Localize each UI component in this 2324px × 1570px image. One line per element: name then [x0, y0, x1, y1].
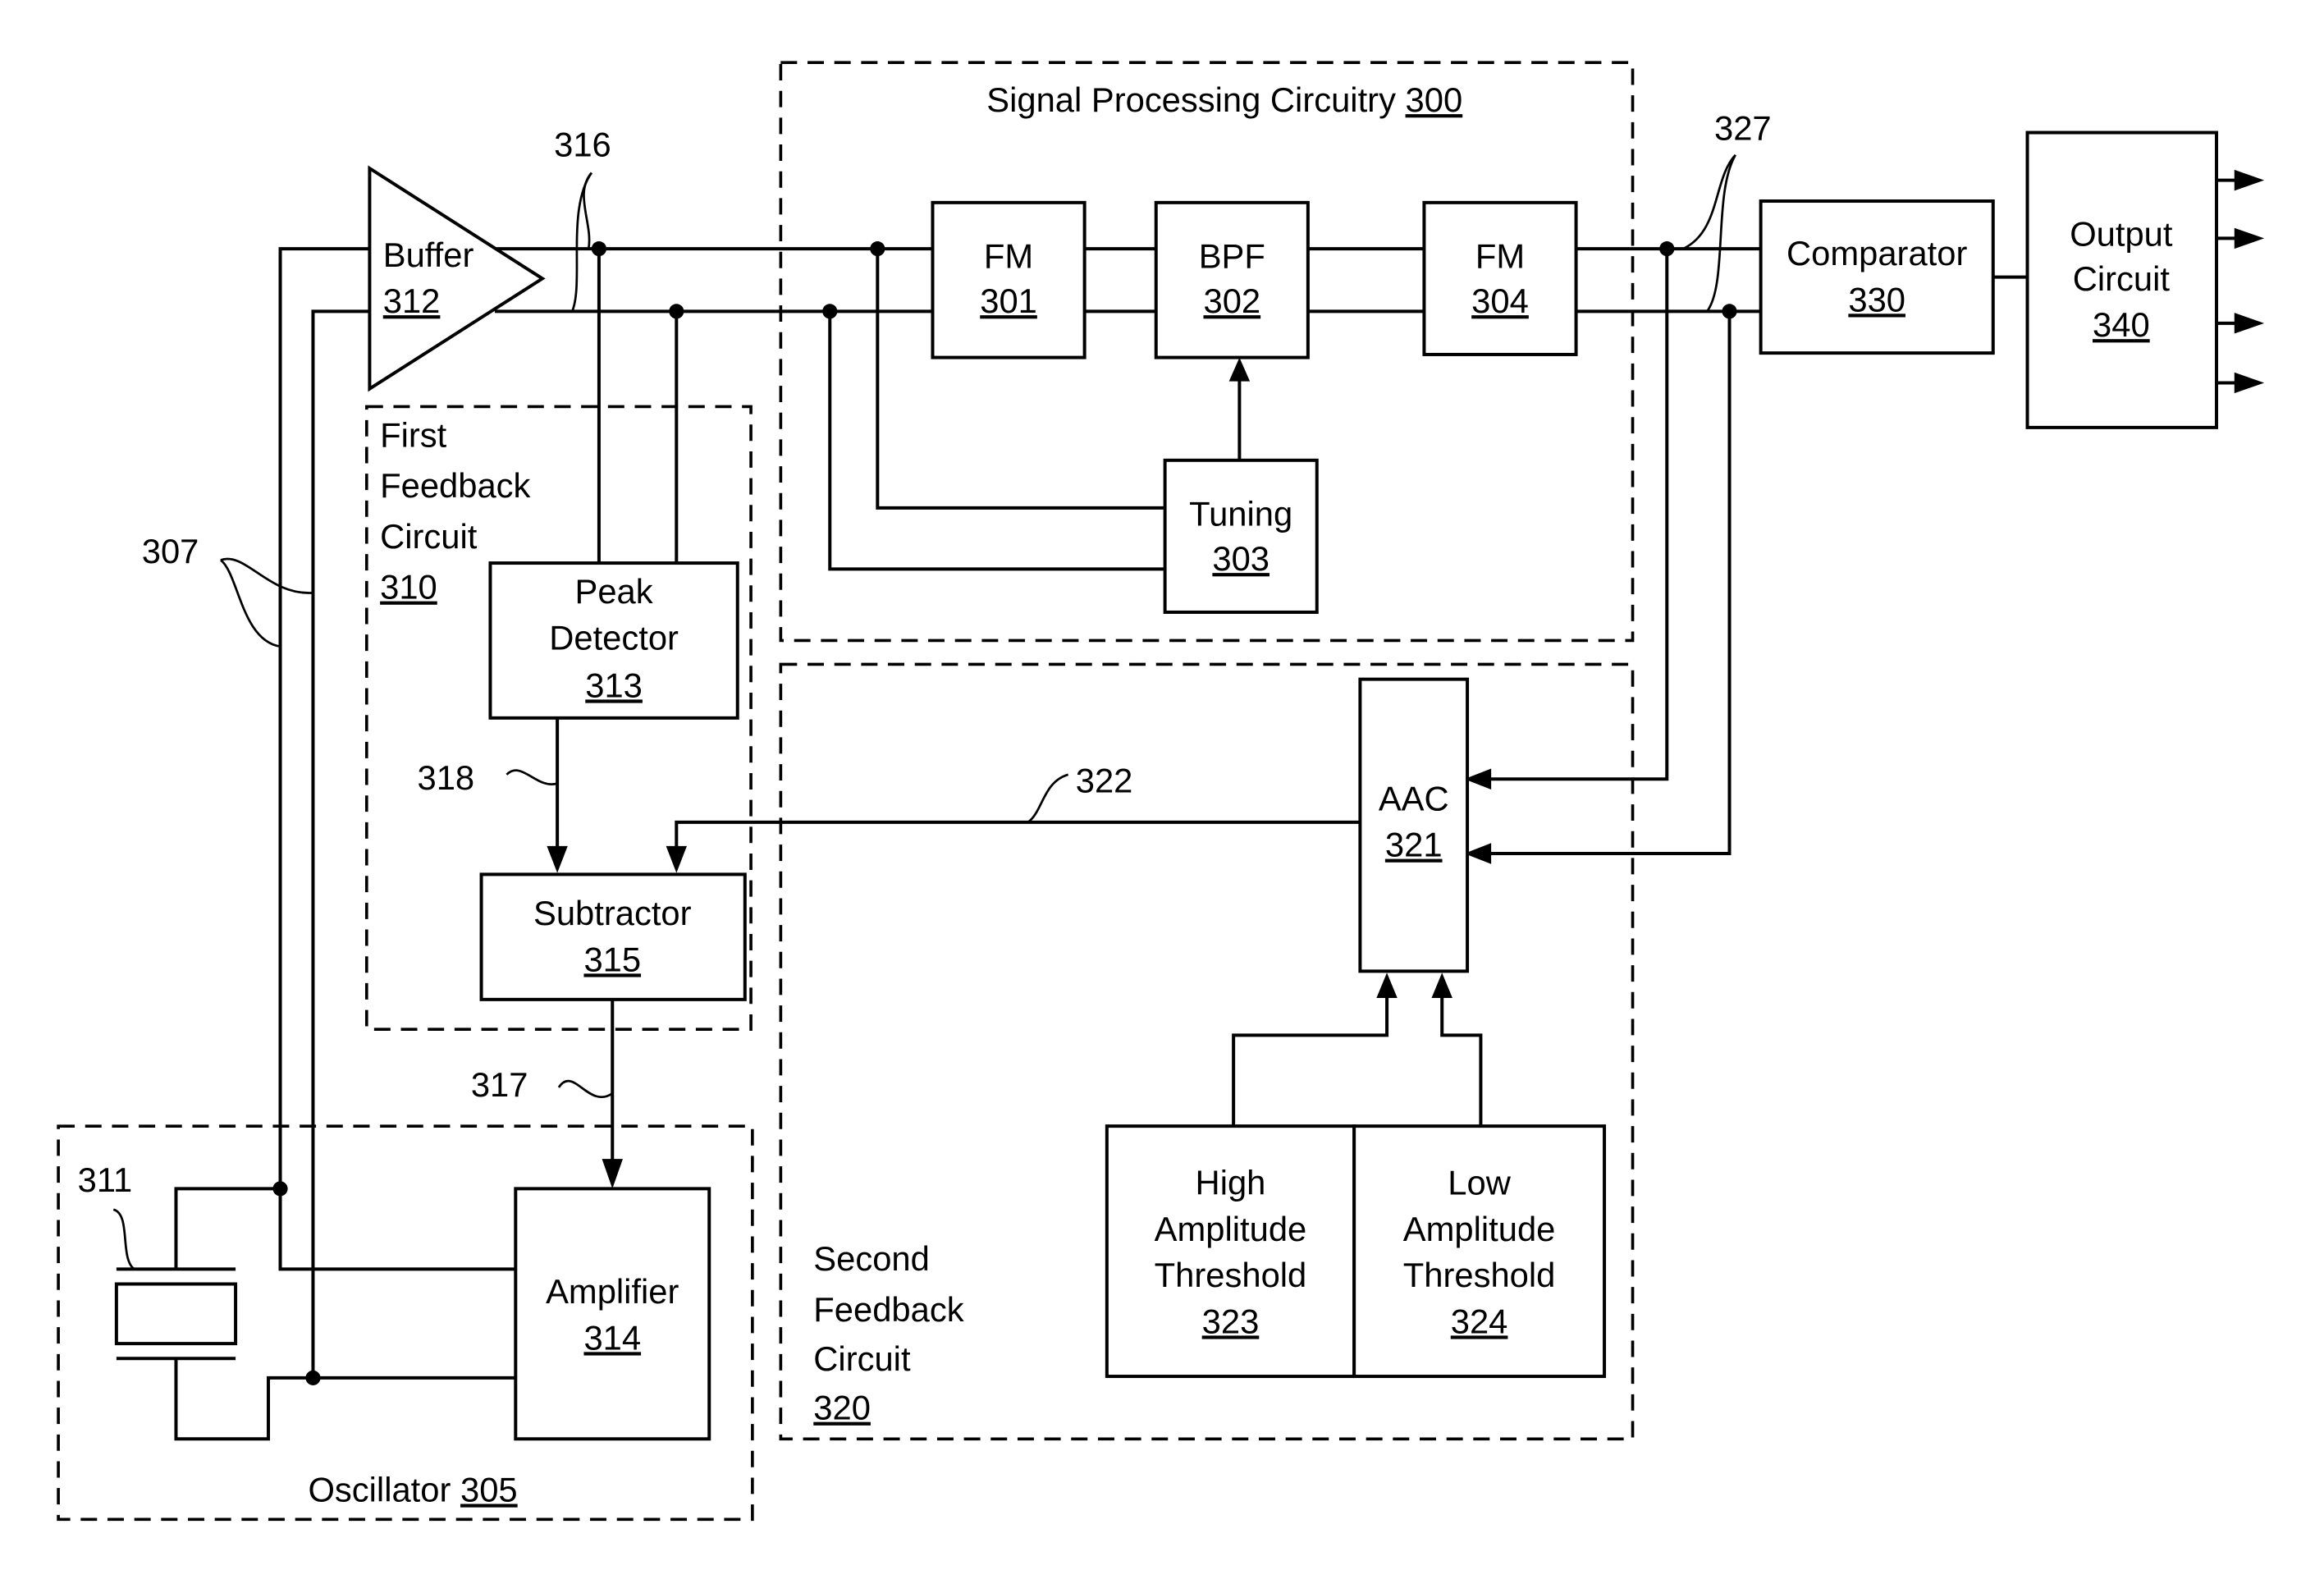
comparator-330-block: Comparator 330 [1759, 199, 1995, 355]
svg-text:313: 313 [585, 666, 643, 704]
svg-text:323: 323 [1202, 1302, 1260, 1340]
svg-text:FM: FM [984, 237, 1033, 276]
oscillator-label: Oscillator 305 [308, 1471, 517, 1509]
fm-301-block: FM 301 [931, 200, 1087, 359]
crystal-311 [114, 1267, 238, 1361]
svg-text:327: 327 [1714, 109, 1772, 148]
low-amplitude-threshold-324-block: Low Amplitude Threshold 324 [1352, 1124, 1607, 1379]
amplifier-314-block: Amplifier 314 [514, 1187, 711, 1441]
bpf-302-block: BPF 302 [1154, 200, 1310, 359]
svg-text:302: 302 [1203, 282, 1260, 320]
svg-text:317: 317 [471, 1065, 528, 1104]
svg-text:AAC: AAC [1379, 779, 1449, 817]
circuit-diagram: Signal Processing Circuitry 300 First Fe… [57, 61, 2265, 1522]
svg-text:Comparator: Comparator [1786, 234, 1967, 272]
svg-text:Threshold: Threshold [1403, 1256, 1556, 1294]
svg-text:301: 301 [980, 282, 1037, 320]
svg-text:316: 316 [554, 126, 611, 164]
svg-text:303: 303 [1212, 539, 1270, 578]
svg-text:Detector: Detector [549, 618, 679, 657]
svg-text:321: 321 [1385, 826, 1443, 864]
svg-text:315: 315 [583, 940, 641, 978]
svg-text:304: 304 [1471, 282, 1529, 320]
svg-text:Amplifier: Amplifier [546, 1272, 679, 1311]
svg-text:Subtractor: Subtractor [533, 894, 692, 932]
svg-text:340: 340 [2093, 305, 2150, 344]
svg-text:307: 307 [142, 532, 199, 570]
output-circuit-340-block: Output Circuit 340 [2025, 130, 2219, 429]
buffer-312: Buffer 312 [368, 165, 546, 392]
svg-text:Tuning: Tuning [1189, 495, 1292, 533]
svg-text:FM: FM [1475, 237, 1525, 276]
svg-text:Circuit: Circuit [2073, 259, 2171, 298]
peak-detector-313-block: Peak Detector 313 [488, 561, 739, 720]
svg-text:High: High [1196, 1164, 1266, 1202]
svg-text:314: 314 [583, 1318, 641, 1357]
fm-304-block: FM 304 [1422, 200, 1578, 356]
second-feedback-label: Second Feedback Circuit 320 [813, 1239, 973, 1426]
svg-text:Low: Low [1448, 1164, 1511, 1202]
svg-text:311: 311 [78, 1160, 133, 1199]
svg-text:Threshold: Threshold [1155, 1256, 1307, 1294]
svg-text:Buffer: Buffer [383, 236, 474, 274]
subtractor-315-block: Subtractor 315 [479, 872, 747, 1001]
svg-text:330: 330 [1848, 280, 1905, 318]
svg-text:Amplitude: Amplitude [1403, 1210, 1556, 1248]
svg-text:318: 318 [418, 758, 475, 797]
high-amplitude-threshold-323-block: High Amplitude Threshold 323 [1105, 1124, 1356, 1379]
svg-text:312: 312 [383, 282, 441, 320]
svg-text:Amplitude: Amplitude [1155, 1210, 1307, 1248]
signal-processing-label: Signal Processing Circuitry 300 [986, 80, 1462, 119]
svg-text:Output: Output [2070, 214, 2173, 253]
svg-text:Peak: Peak [575, 572, 653, 611]
tuning-303-block: Tuning 303 [1163, 458, 1319, 614]
aac-321-block: AAC 321 [1358, 677, 1470, 973]
svg-text:BPF: BPF [1199, 237, 1265, 276]
svg-text:324: 324 [1451, 1302, 1508, 1340]
svg-text:322: 322 [1076, 762, 1133, 800]
